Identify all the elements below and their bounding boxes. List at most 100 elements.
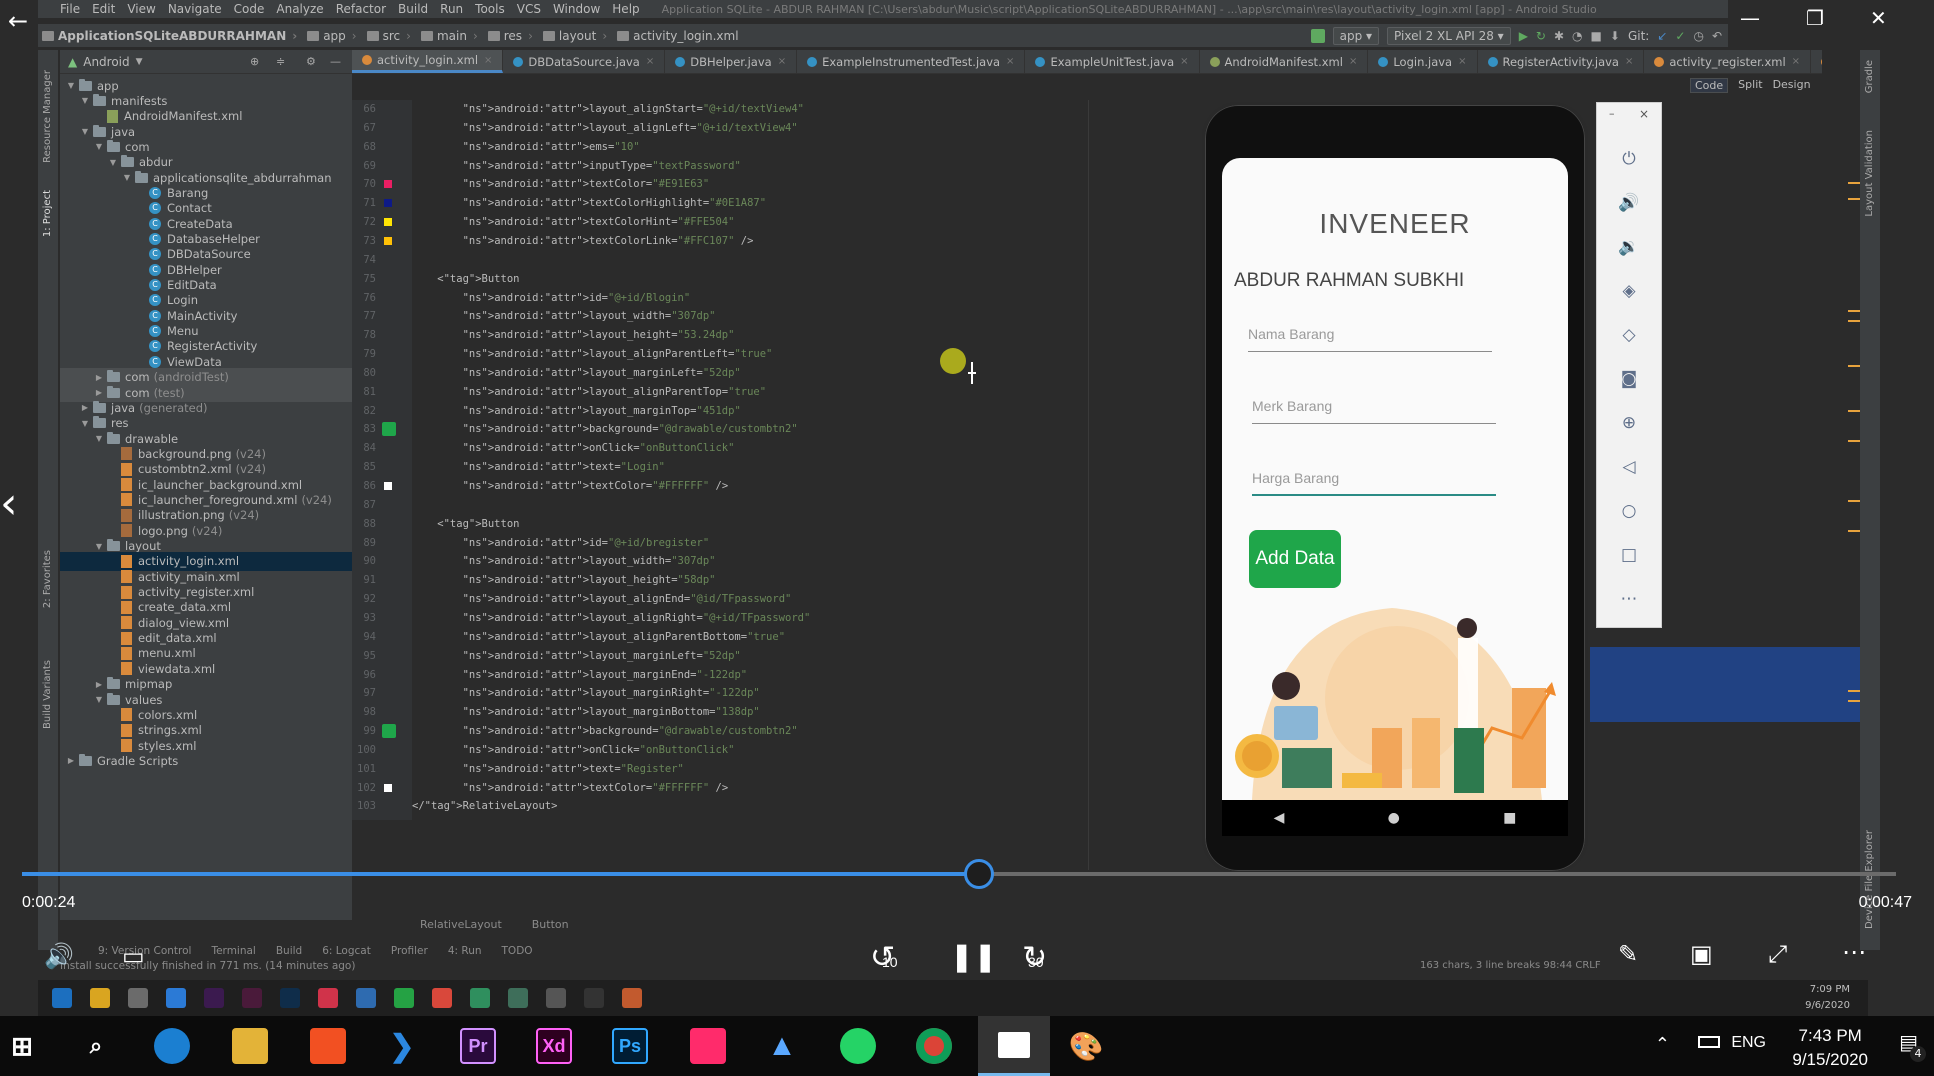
file-explorer-icon[interactable] xyxy=(232,1028,268,1064)
system-clock[interactable]: 7:43 PM 9/15/2020 xyxy=(1792,1024,1868,1072)
overview-icon[interactable]: □ xyxy=(1617,543,1641,567)
tab-activity_main-xml[interactable]: activity_main.xml× xyxy=(1811,50,1822,73)
restore-icon[interactable]: ❐ xyxy=(1806,6,1824,30)
code-line[interactable]: <"tag">Button xyxy=(412,270,519,289)
tool-tab-4-run[interactable]: 4: Run xyxy=(448,945,482,957)
code-line[interactable]: "ns">android:"attr">layout_alignParentLe… xyxy=(412,345,773,364)
profile-icon[interactable]: ◔ xyxy=(1572,29,1582,43)
rotate-left-icon[interactable]: ◈ xyxy=(1617,279,1641,303)
device-select[interactable]: Pixel 2 XL API 28 ▾ xyxy=(1387,27,1511,45)
hide-icon[interactable]: — xyxy=(330,56,342,68)
chevron-down-icon[interactable]: ▼ xyxy=(80,96,90,105)
run-config-select[interactable]: app ▾ xyxy=(1332,27,1380,45)
tab-activity_register-xml[interactable]: activity_register.xml × xyxy=(1644,50,1812,73)
chevron-right-icon[interactable]: ▶ xyxy=(94,388,104,397)
menu-item-edit[interactable]: Edit xyxy=(92,2,115,16)
tool-tab-todo[interactable]: TODO xyxy=(502,945,533,957)
gradle-tab[interactable]: Gradle xyxy=(1864,60,1875,93)
captions-icon[interactable]: ▭ xyxy=(122,942,145,970)
code-line[interactable]: "ns">android:"attr">layout_alignParentBo… xyxy=(412,628,785,647)
code-line[interactable]: "ns">android:"attr">layout_marginRight="… xyxy=(412,684,760,703)
design-view-button[interactable]: Design xyxy=(1773,78,1811,93)
code-line[interactable]: "ns">android:"attr">textColor="#FFFFFF" … xyxy=(412,477,729,496)
close-icon[interactable]: × xyxy=(1458,56,1466,67)
paint-palette-icon[interactable]: 🎨 xyxy=(1068,1028,1104,1064)
run-icon[interactable]: ▶ xyxy=(1519,29,1528,43)
stop-icon[interactable]: ■ xyxy=(1591,29,1602,43)
chevron-down-icon[interactable]: ▼ xyxy=(94,434,104,443)
back-icon[interactable]: ◁ xyxy=(1617,455,1641,479)
store-icon[interactable] xyxy=(310,1028,346,1064)
color-swatch[interactable] xyxy=(384,236,392,245)
edge-icon[interactable] xyxy=(154,1028,190,1064)
pause-icon[interactable]: ❚❚ xyxy=(950,940,997,973)
close-icon[interactable]: × xyxy=(484,55,492,66)
menu-item-build[interactable]: Build xyxy=(398,2,428,16)
code-line[interactable]: "ns">android:"attr">id="@+id/bregister" xyxy=(412,534,710,553)
code-line[interactable]: "ns">android:"attr">layout_marginEnd="-1… xyxy=(412,666,748,685)
code-line[interactable]: "ns">android:"attr">layout_alignLeft="@+… xyxy=(412,119,798,138)
breadcrumb-item[interactable]: layout › xyxy=(539,29,607,43)
pen-icon[interactable]: ✎ xyxy=(1618,940,1638,968)
code-line[interactable]: "ns">android:"attr">layout_alignParentTo… xyxy=(412,383,766,402)
menu-item-file[interactable]: File xyxy=(60,2,80,16)
git-update-icon[interactable]: ↙ xyxy=(1657,29,1667,43)
xml-crumb-relativelayout[interactable]: RelativeLayout xyxy=(420,918,502,931)
device-file-explorer-tab[interactable]: Device File Explorer xyxy=(1864,830,1875,929)
nav-recents-icon[interactable]: ■ xyxy=(1503,810,1516,826)
nama-barang-input[interactable]: Nama Barang xyxy=(1248,320,1492,352)
tool-tab-9-version-control[interactable]: 9: Version Control xyxy=(98,945,191,957)
code-line[interactable]: "ns">android:"attr">layout_alignEnd="@id… xyxy=(412,590,792,609)
tab-registeractivity-java[interactable]: RegisterActivity.java × xyxy=(1478,50,1645,73)
color-swatch[interactable] xyxy=(384,783,392,792)
build-variants-tab[interactable]: Build Variants xyxy=(42,660,53,729)
breadcrumb-item[interactable]: app › xyxy=(303,29,357,43)
back-arrow-icon[interactable]: ← xyxy=(8,6,38,36)
code-line[interactable]: "ns">android:"attr">onClick="onButtonCli… xyxy=(412,741,735,760)
code-line[interactable]: "ns">android:"attr">id="@+id/Blogin" xyxy=(412,289,691,308)
code-line[interactable]: "ns">android:"attr">layout_marginLeft="5… xyxy=(412,364,741,383)
code-view-button[interactable]: Code xyxy=(1690,78,1729,93)
camera-icon[interactable]: ◙ xyxy=(1617,367,1641,391)
vscode-icon[interactable]: ❯ xyxy=(384,1028,420,1064)
chevron-down-icon[interactable]: ▼ xyxy=(80,419,90,428)
menu-item-run[interactable]: Run xyxy=(440,2,463,16)
breadcrumb-item[interactable]: ApplicationSQLiteABDURRAHMAN › xyxy=(38,29,297,43)
chevron-down-icon[interactable]: ▼ xyxy=(122,173,132,182)
tab-androidmanifest-xml[interactable]: AndroidManifest.xml × xyxy=(1200,50,1369,73)
volume-up-icon[interactable]: 🔊 xyxy=(1617,191,1641,215)
menu-item-navigate[interactable]: Navigate xyxy=(168,2,222,16)
windows-start-icon[interactable]: ⊞ xyxy=(4,1028,40,1064)
code-line[interactable]: </"tag">RelativeLayout> xyxy=(412,797,557,816)
video-player-taskbar-button[interactable] xyxy=(978,1016,1050,1076)
rotate-right-icon[interactable]: ◇ xyxy=(1617,323,1641,347)
project-tool-tab[interactable]: 1: Project xyxy=(42,190,53,237)
chevron-right-icon[interactable]: ▶ xyxy=(80,403,90,412)
code-line[interactable]: "ns">android:"attr">textColorLink="#FFC1… xyxy=(412,232,754,251)
emulator-screen[interactable]: INVENEER ABDUR RAHMAN SUBKHI Nama Barang… xyxy=(1222,158,1568,800)
breadcrumb-item[interactable]: main › xyxy=(417,29,478,43)
color-swatch[interactable] xyxy=(384,482,392,490)
menu-item-help[interactable]: Help xyxy=(612,2,639,16)
breadcrumb-item[interactable]: res › xyxy=(484,29,533,43)
code-line[interactable]: "ns">android:"attr">layout_width="307dp" xyxy=(412,552,716,571)
tool-tab-6-logcat[interactable]: 6: Logcat xyxy=(322,945,371,957)
chevron-down-icon[interactable]: ▼ xyxy=(66,81,76,90)
tab-exampleinstrumentedtest-java[interactable]: ExampleInstrumentedTest.java × xyxy=(797,50,1026,73)
close-icon[interactable]: × xyxy=(1349,56,1357,67)
collapse-icon[interactable]: ≑ xyxy=(276,56,288,68)
make-project-icon[interactable] xyxy=(1310,29,1325,43)
nav-back-icon[interactable]: ◀ xyxy=(1274,810,1285,826)
tab-dbdatasource-java[interactable]: DBDataSource.java × xyxy=(503,50,666,73)
chevron-right-icon[interactable]: ▶ xyxy=(94,680,104,689)
more-options-icon[interactable]: ⋯ xyxy=(1842,938,1866,966)
debug-icon[interactable]: ✱ xyxy=(1554,29,1564,43)
more-icon[interactable]: ⋯ xyxy=(1617,587,1641,611)
breadcrumb-item[interactable]: activity_login.xml xyxy=(613,29,739,43)
menu-item-analyze[interactable]: Analyze xyxy=(276,2,323,16)
code-line[interactable]: "ns">android:"attr">layout_alignRight="@… xyxy=(412,609,811,628)
locate-icon[interactable]: ⊕ xyxy=(250,56,262,68)
menu-item-refactor[interactable]: Refactor xyxy=(336,2,386,16)
code-line[interactable]: <"tag">Button xyxy=(412,515,519,534)
chevron-down-icon[interactable]: ▼ xyxy=(80,127,90,136)
